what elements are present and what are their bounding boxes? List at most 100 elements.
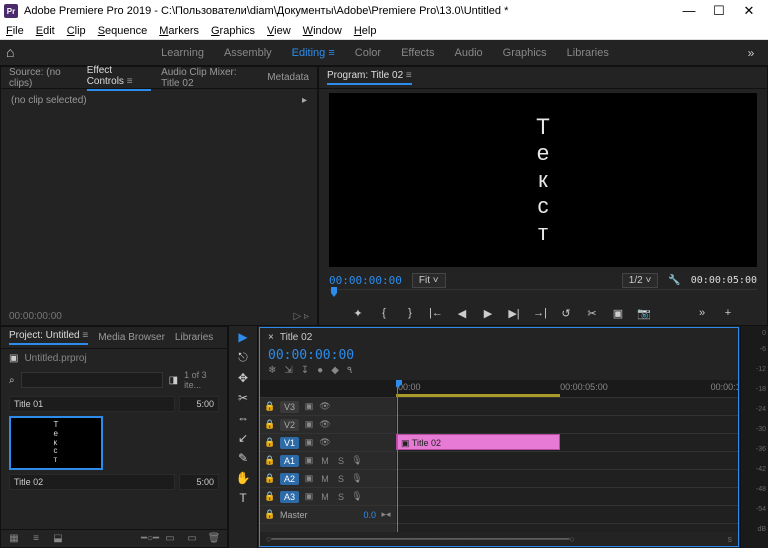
tab-media-browser[interactable]: Media Browser bbox=[98, 332, 165, 343]
lift-icon[interactable]: ↺ bbox=[559, 307, 573, 320]
snap-icon[interactable]: ❄ bbox=[268, 365, 276, 376]
track-a3-label[interactable]: A3 bbox=[280, 491, 299, 503]
mute-icon[interactable]: M bbox=[319, 456, 331, 466]
program-playhead[interactable] bbox=[331, 287, 337, 297]
menu-graphics[interactable]: Graphics bbox=[209, 25, 257, 37]
sequence-tab[interactable]: Title 02 bbox=[280, 332, 312, 343]
razor-tool-icon[interactable]: ✂ bbox=[238, 391, 248, 405]
snapshot-icon[interactable]: 📷 bbox=[637, 307, 651, 320]
home-button[interactable]: ⌂ bbox=[6, 44, 30, 62]
tab-source[interactable]: Source: (no clips) bbox=[9, 67, 77, 89]
program-resolution[interactable]: 1/2 ˅ bbox=[622, 273, 659, 288]
rectangle-tool-icon[interactable]: ✎ bbox=[238, 451, 248, 465]
window-maximize-button[interactable]: ☐ bbox=[704, 0, 734, 22]
settings-icon[interactable]: 🔧 bbox=[668, 275, 680, 286]
lock-icon[interactable]: 🔒 bbox=[264, 437, 276, 448]
workspace-assembly[interactable]: Assembly bbox=[224, 47, 272, 59]
solo-icon[interactable]: S bbox=[335, 456, 347, 466]
tab-effect-controls[interactable]: Effect Controls bbox=[87, 65, 151, 91]
program-viewport[interactable]: Т е к с т bbox=[329, 93, 757, 267]
icon-view-icon[interactable]: ≡ bbox=[29, 533, 43, 544]
timeline-clip[interactable]: ▣ Title 02 bbox=[396, 434, 560, 450]
program-ruler[interactable] bbox=[329, 289, 757, 301]
step-fwd-icon[interactable]: ▶| bbox=[507, 307, 521, 320]
close-seq-icon[interactable]: × bbox=[268, 332, 274, 343]
eye-icon[interactable]: 👁 bbox=[319, 401, 331, 412]
workspace-learning[interactable]: Learning bbox=[161, 47, 204, 59]
project-search-input[interactable] bbox=[21, 372, 163, 388]
mark-in-icon[interactable]: ✦ bbox=[351, 307, 365, 320]
program-timecode[interactable]: 00:00:00:00 bbox=[329, 274, 402, 287]
trash-icon[interactable]: 🗑 bbox=[207, 533, 221, 544]
timeline-tracks[interactable]: 00:00 00:00:05:00 00:00:10 ▣ Title 02 bbox=[396, 380, 738, 532]
step-back-icon[interactable]: ◀ bbox=[455, 307, 469, 320]
track-a2-label[interactable]: A2 bbox=[280, 473, 299, 485]
menu-sequence[interactable]: Sequence bbox=[96, 25, 150, 37]
insert-icon[interactable]: ↧ bbox=[301, 365, 309, 376]
menu-help[interactable]: Help bbox=[352, 25, 379, 37]
workspace-effects[interactable]: Effects bbox=[401, 47, 434, 59]
freeform-view-icon[interactable]: ⬓ bbox=[51, 533, 65, 544]
workspace-overflow[interactable]: » bbox=[740, 46, 762, 60]
track-a1-label[interactable]: A1 bbox=[280, 455, 299, 467]
lock-icon[interactable]: 🔒 bbox=[264, 455, 276, 466]
tab-metadata[interactable]: Metadata bbox=[267, 72, 309, 83]
workspace-color[interactable]: Color bbox=[355, 47, 381, 59]
play-icon[interactable]: ▶ bbox=[481, 307, 495, 320]
selection-tool-icon[interactable]: ▶ bbox=[238, 330, 247, 344]
search-icon[interactable]: ⌕ bbox=[9, 375, 15, 386]
timeline-timecode[interactable]: 00:00:00:00 bbox=[268, 348, 354, 363]
pen-tool-icon[interactable]: ↙ bbox=[238, 431, 248, 445]
source-transport[interactable]: ▷ ▹ bbox=[294, 311, 310, 322]
track-select-tool-icon[interactable]: ⎋ bbox=[238, 350, 248, 365]
track-v3-label[interactable]: V3 bbox=[280, 401, 299, 413]
work-area-bar[interactable] bbox=[396, 394, 560, 397]
program-zoom-fit[interactable]: Fit ˅ bbox=[412, 273, 446, 288]
project-item-name[interactable]: Title 01 bbox=[9, 396, 175, 412]
project-thumbnail-selected[interactable]: Текст bbox=[9, 416, 103, 470]
tab-libraries[interactable]: Libraries bbox=[175, 332, 213, 343]
timeline-options-icon[interactable]: s bbox=[728, 534, 733, 544]
menu-file[interactable]: File bbox=[4, 25, 26, 37]
track-v2-label[interactable]: V2 bbox=[280, 419, 299, 431]
workspace-graphics[interactable]: Graphics bbox=[503, 47, 547, 59]
ripple-tool-icon[interactable]: ✥ bbox=[238, 371, 248, 385]
window-close-button[interactable]: ✕ bbox=[734, 0, 764, 22]
menu-edit[interactable]: Edit bbox=[34, 25, 57, 37]
list-view-icon[interactable]: ▦ bbox=[7, 533, 21, 544]
tab-program[interactable]: Program: Title 02 bbox=[327, 70, 412, 85]
wrench-icon[interactable]: ٩ bbox=[347, 365, 352, 376]
workspace-editing[interactable]: Editing bbox=[292, 47, 335, 59]
linked-selection-icon[interactable]: ⇲ bbox=[284, 365, 292, 376]
effect-controls-toggle[interactable]: ▸ bbox=[302, 95, 307, 106]
hand-tool-icon[interactable]: ✋ bbox=[236, 471, 251, 485]
type-tool-icon[interactable]: T bbox=[239, 491, 246, 505]
track-v1-label[interactable]: V1 bbox=[280, 437, 299, 449]
menu-window[interactable]: Window bbox=[301, 25, 344, 37]
marker-icon[interactable]: ● bbox=[317, 365, 323, 376]
new-bin-icon[interactable]: ▭ bbox=[163, 533, 177, 544]
go-start-icon[interactable]: |← bbox=[429, 307, 443, 319]
transport-overflow-icon[interactable]: » bbox=[695, 307, 709, 319]
out-bracket-icon[interactable]: } bbox=[403, 307, 417, 319]
menu-markers[interactable]: Markers bbox=[157, 25, 201, 37]
in-bracket-icon[interactable]: { bbox=[377, 307, 391, 319]
tab-audio-clip-mixer[interactable]: Audio Clip Mixer: Title 02 bbox=[161, 67, 257, 89]
extract-icon[interactable]: ✂ bbox=[585, 307, 599, 320]
export-frame-icon[interactable]: ▣ bbox=[611, 307, 625, 320]
lock-icon[interactable]: 🔒 bbox=[264, 401, 276, 412]
project-item-name[interactable]: Title 02 bbox=[9, 474, 175, 490]
toggle-output-icon[interactable]: ▣ bbox=[303, 401, 315, 412]
workspace-audio[interactable]: Audio bbox=[455, 47, 483, 59]
window-minimize-button[interactable]: — bbox=[674, 0, 704, 22]
zoom-slider-icon[interactable]: ━○━ bbox=[141, 533, 155, 544]
workspace-libraries[interactable]: Libraries bbox=[567, 47, 609, 59]
lock-icon[interactable]: 🔒 bbox=[264, 419, 276, 430]
timeline-scroll[interactable]: ○━━━━━━━━━━━━━━━━━━━━━━━━━━━━━━━━━━━━━━━… bbox=[266, 534, 575, 545]
new-item-icon[interactable]: ▭ bbox=[185, 533, 199, 544]
filter-icon[interactable]: ◨ bbox=[169, 375, 178, 386]
tab-project[interactable]: Project: Untitled bbox=[9, 330, 88, 345]
master-level[interactable]: 0.0 bbox=[363, 510, 376, 520]
timeline-playhead[interactable] bbox=[397, 380, 398, 532]
menu-clip[interactable]: Clip bbox=[65, 25, 88, 37]
